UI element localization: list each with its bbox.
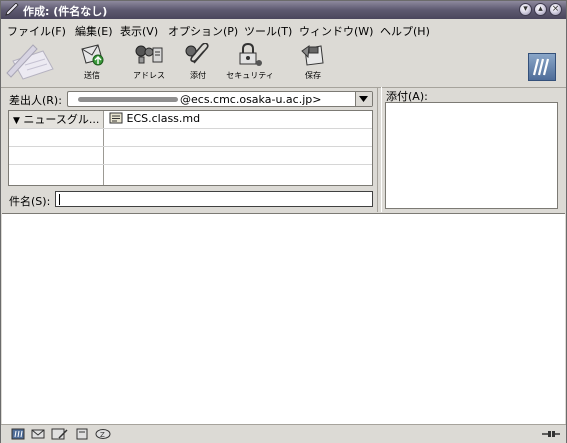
from-value: @ecs.cmc.osaka-u.ac.jp> [180, 93, 322, 106]
recipient-row[interactable]: ▼ ニュースグル... ECS.class.md [9, 111, 372, 129]
redacted-sender [78, 97, 178, 102]
menu-window[interactable]: ウィンドウ(W) [299, 23, 373, 39]
compose-pen-icon [5, 3, 19, 16]
recipient-row[interactable] [9, 129, 372, 147]
address-book-small-icon[interactable] [75, 428, 89, 440]
recipient-type-empty[interactable] [9, 129, 104, 146]
menu-view[interactable]: 表示(V) [120, 23, 158, 39]
menu-bar: ファイル(F) 編集(E) 表示(V) オプション(P) ツール(T) ウィンド… [1, 19, 566, 39]
recipient-row[interactable] [9, 165, 372, 185]
recipient-row[interactable] [9, 147, 372, 165]
recipient-type-empty[interactable] [9, 165, 104, 185]
compose-window: 作成: (件名なし) ▾ ▴ × ファイル(F) 編集(E) 表示(V) オプシ… [0, 0, 567, 443]
recipient-address[interactable]: ECS.class.md [109, 112, 200, 125]
paperclip-icon [185, 43, 209, 64]
from-select[interactable]: @ecs.cmc.osaka-u.ac.jp> [67, 91, 373, 107]
lock-icon [239, 43, 262, 66]
send-button[interactable]: 送信 [67, 43, 117, 85]
recipient-list: ▼ ニュースグル... ECS.class.md [8, 110, 373, 186]
app-logo [528, 53, 556, 81]
toolbar: 送信 アドレス 添付 セキュリティ 保存 [1, 39, 566, 88]
attach-button[interactable]: 添付 [173, 43, 223, 85]
subject-input[interactable] [55, 191, 373, 207]
compose-watermark-icon [6, 44, 54, 80]
chevron-down-icon: ▼ [13, 116, 20, 126]
attach-label: 添付 [190, 71, 206, 80]
chat-icon[interactable]: Z [95, 428, 111, 440]
status-bar: Z [1, 424, 566, 443]
attachments-list[interactable] [385, 102, 558, 209]
minimize-icon: ▾ [523, 4, 528, 14]
mozilla-logo-icon [532, 58, 550, 76]
maximize-button[interactable]: ▴ [534, 3, 547, 16]
from-dropdown-button[interactable] [355, 92, 372, 106]
recipient-type-empty[interactable] [9, 147, 104, 164]
navigator-icon[interactable] [11, 428, 25, 440]
title-bar[interactable]: 作成: (件名なし) ▾ ▴ × [1, 1, 566, 19]
pane-splitter[interactable] [377, 87, 382, 212]
address-book-icon [135, 45, 163, 64]
from-label: 差出人(R): [9, 94, 62, 107]
save-button[interactable]: 保存 [288, 43, 338, 85]
close-button[interactable]: × [549, 3, 562, 16]
recipient-type-select[interactable]: ▼ ニュースグル... [9, 111, 104, 128]
svg-text:Z: Z [100, 431, 105, 439]
security-label: セキュリティ [226, 71, 274, 80]
save-label: 保存 [305, 71, 321, 80]
online-status-icon[interactable] [541, 428, 561, 440]
address-label: アドレス [133, 71, 165, 80]
menu-edit[interactable]: 編集(E) [75, 23, 113, 39]
minimize-button[interactable]: ▾ [519, 3, 532, 16]
close-icon: × [551, 4, 560, 14]
composer-icon[interactable] [51, 428, 69, 440]
recipient-type-label: ニュースグル... [23, 113, 100, 126]
recipient-value: ECS.class.md [126, 112, 201, 125]
menu-options[interactable]: オプション(P) [168, 23, 238, 39]
window-title: 作成: (件名なし) [23, 5, 108, 18]
message-body-editor[interactable] [2, 213, 565, 424]
address-button[interactable]: アドレス [124, 43, 174, 85]
send-icon [81, 44, 104, 66]
text-caret [59, 194, 60, 205]
chevron-down-icon [359, 96, 368, 102]
maximize-icon: ▴ [538, 4, 543, 14]
mail-icon[interactable] [31, 428, 45, 440]
menu-file[interactable]: ファイル(F) [7, 23, 66, 39]
newsgroup-icon [109, 112, 123, 124]
security-button[interactable]: セキュリティ [219, 43, 281, 85]
menu-tools[interactable]: ツール(T) [244, 23, 292, 39]
send-label: 送信 [84, 71, 100, 80]
save-icon [301, 44, 324, 66]
subject-label: 件名(S): [9, 195, 51, 208]
menu-help[interactable]: ヘルプ(H) [380, 23, 430, 39]
